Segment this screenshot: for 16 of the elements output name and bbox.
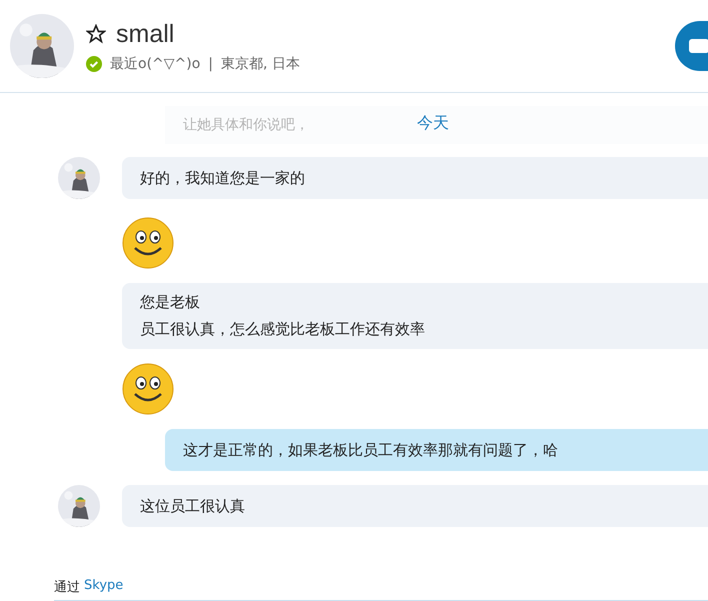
date-label: 今天: [417, 113, 449, 134]
separator: |: [208, 56, 214, 72]
message-text: 您是老板: [140, 293, 201, 312]
skype-link[interactable]: Skype: [84, 578, 124, 596]
message-text: 员工很认真，怎么感觉比老板工作还有效率: [140, 320, 426, 339]
mood-message: 最近o(^▽^)o: [110, 54, 200, 72]
smiley-icon: [122, 217, 174, 269]
via-label: 通过: [54, 579, 80, 596]
message-text: 这位员工很认真: [140, 496, 246, 516]
message-text: 好的，我知道您是一家的: [140, 168, 306, 188]
contact-name: small: [116, 20, 174, 48]
video-camera-icon: [689, 39, 708, 53]
message-text: 这才是正常的，如果老板比员工有效率那就有问题了，哈: [183, 440, 559, 460]
star-icon[interactable]: [86, 24, 106, 44]
location: 東京都, 日本: [221, 54, 300, 72]
smiley-icon: [122, 363, 174, 415]
